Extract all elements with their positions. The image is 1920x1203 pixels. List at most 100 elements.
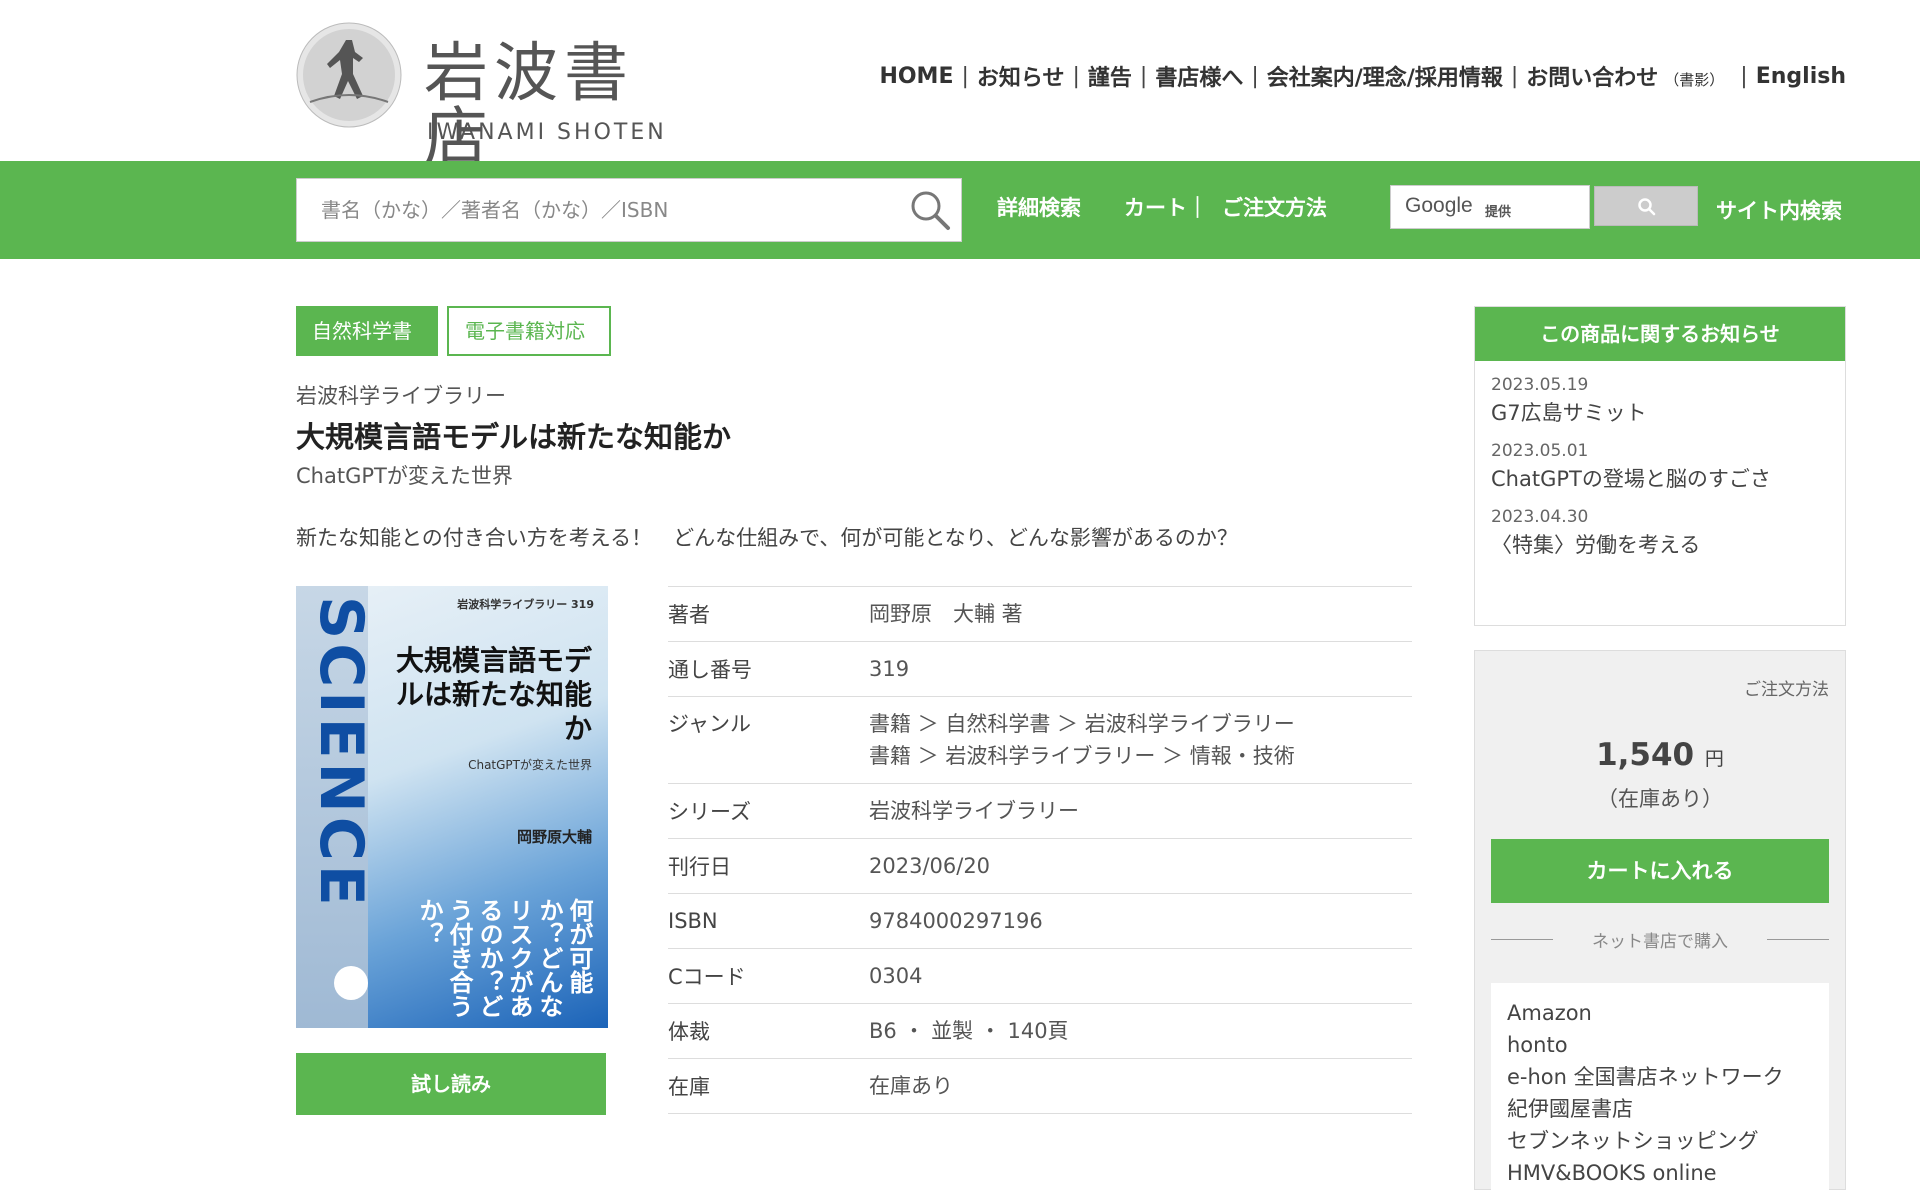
book-search-input[interactable] bbox=[297, 179, 897, 241]
nav-english[interactable]: English bbox=[1756, 64, 1846, 89]
cover-science-text: SCIENCE bbox=[306, 596, 376, 910]
detail-value: 書籍 ＞ 自然科学書 ＞ 岩波科学ライブラリー 書籍 ＞ 岩波科学ライブラリー … bbox=[869, 697, 1412, 783]
cart-link[interactable]: カート｜ bbox=[1124, 192, 1208, 222]
detail-row-ccode: Cコード 0304 bbox=[668, 949, 1412, 1004]
price: 1,540 円 bbox=[1475, 737, 1845, 773]
sower-emblem-icon bbox=[296, 22, 402, 128]
site-search-label[interactable]: サイト内検索 bbox=[1716, 195, 1842, 225]
book-title: 大規模言語モデルは新たな知能か bbox=[296, 420, 732, 454]
nav-separator: | bbox=[961, 63, 969, 89]
news-text[interactable]: 〈特集〉労働を考える bbox=[1491, 529, 1845, 559]
book-subtitle: ChatGPTが変えた世界 bbox=[296, 464, 513, 488]
detail-label: ISBN bbox=[668, 909, 718, 933]
series-label[interactable]: 岩波科学ライブラリー bbox=[296, 380, 506, 410]
nav-news[interactable]: お知らせ bbox=[977, 60, 1065, 92]
nav-separator: | bbox=[1251, 63, 1259, 89]
site-logo[interactable]: 岩波書店 IWANAMI SHOTEN bbox=[296, 22, 676, 170]
book-lead: 新たな知能との付き合い方を考える！ どんな仕組みで、何が可能となり、どんな影響が… bbox=[296, 526, 1238, 550]
detail-row-stock: 在庫 在庫あり bbox=[668, 1059, 1412, 1114]
cover-subtitle: ChatGPTが変えた世界 bbox=[468, 758, 592, 772]
purchase-box: ご注文方法 1,540 円 （在庫あり） カートに入れる ネット書店で購入 Am… bbox=[1474, 650, 1846, 1203]
detail-label: 通し番号 bbox=[668, 658, 752, 682]
cover-vertical-text: 何が可能か？どんなリスクがあるのか？どう付き合うか？ bbox=[415, 898, 593, 1018]
google-provided: 提供 bbox=[1485, 205, 1512, 220]
news-item[interactable]: 2023.05.01 ChatGPTの登場と脳のすごさ bbox=[1475, 441, 1845, 493]
detail-row-author: 著者 岡野原 大輔 著 bbox=[668, 587, 1412, 642]
genre-path-1[interactable]: 書籍 ＞ 自然科学書 ＞ 岩波科学ライブラリー bbox=[869, 708, 1412, 740]
detail-row-isbn: ISBN 9784000297196 bbox=[668, 894, 1412, 949]
top-navigation: HOME | お知らせ | 謹告 | 書店様へ | 会社案内/理念/採用情報 |… bbox=[879, 60, 1846, 92]
advanced-search-link[interactable]: 詳細検索 bbox=[997, 192, 1081, 222]
genre-tag[interactable]: 自然科学書 bbox=[296, 306, 438, 356]
nav-separator: | bbox=[1139, 63, 1148, 89]
news-date: 2023.05.01 bbox=[1491, 441, 1589, 461]
detail-value: 在庫あり bbox=[869, 1074, 953, 1098]
nav-separator: | bbox=[1740, 63, 1748, 89]
nav-company[interactable]: 会社案内/理念/採用情報 bbox=[1267, 60, 1503, 92]
detail-row-genre: ジャンル 書籍 ＞ 自然科学書 ＞ 岩波科学ライブラリー 書籍 ＞ 岩波科学ライ… bbox=[668, 697, 1412, 784]
detail-value[interactable]: 岡野原 大輔 著 bbox=[869, 587, 1412, 641]
trial-read-button[interactable]: 試し読み bbox=[296, 1053, 606, 1115]
detail-value: 0304 bbox=[869, 964, 923, 988]
publisher-mark-icon bbox=[334, 966, 368, 1000]
online-store-label: ネット書店で購入 bbox=[1491, 927, 1829, 952]
news-text[interactable]: G7広島サミット bbox=[1491, 397, 1845, 427]
product-news-box: この商品に関するお知らせ 2023.05.19 G7広島サミット 2023.05… bbox=[1474, 306, 1846, 626]
price-value: 1,540 bbox=[1596, 737, 1695, 773]
detail-label: 在庫 bbox=[668, 1075, 710, 1099]
nav-separator: | bbox=[1510, 63, 1519, 89]
stock-status: （在庫あり） bbox=[1597, 787, 1723, 811]
detail-row-number: 通し番号 319 bbox=[668, 642, 1412, 697]
logo-japanese: 岩波書店 bbox=[424, 37, 634, 175]
detail-label: 刊行日 bbox=[668, 855, 731, 879]
store-link-hmv[interactable]: HMV&BOOKS online bbox=[1507, 1157, 1813, 1189]
google-search-input[interactable]: Google 提供 bbox=[1390, 185, 1590, 229]
detail-label: 著者 bbox=[668, 603, 710, 627]
detail-value: B6 ・ 並製 ・ 140頁 bbox=[869, 1019, 1069, 1043]
logo-english: IWANAMI SHOTEN bbox=[427, 120, 667, 145]
google-search-button[interactable] bbox=[1594, 186, 1698, 226]
detail-value: 319 bbox=[869, 657, 910, 681]
search-icon[interactable] bbox=[909, 189, 951, 231]
nav-contact[interactable]: お問い合わせ （書影） bbox=[1526, 60, 1724, 92]
order-method-link[interactable]: ご注文方法 bbox=[1744, 675, 1829, 700]
nav-notice[interactable]: 謹告 bbox=[1088, 60, 1132, 92]
detail-row-date: 刊行日 2023/06/20 bbox=[668, 839, 1412, 894]
detail-label: ジャンル bbox=[668, 712, 751, 736]
google-logo: Google bbox=[1405, 194, 1473, 217]
nav-separator: | bbox=[1072, 63, 1080, 89]
detail-value: 2023/06/20 bbox=[869, 854, 991, 878]
store-link-seven-net[interactable]: セブンネットショッピング bbox=[1507, 1125, 1813, 1157]
detail-row-format: 体裁 B6 ・ 並製 ・ 140頁 bbox=[668, 1004, 1412, 1059]
book-cover: SCIENCE 岩波科学ライブラリー 319 大規模言語モデルは新たな知能か C… bbox=[296, 586, 608, 1028]
nav-contact-small: （書影） bbox=[1664, 71, 1725, 89]
news-date: 2023.05.19 bbox=[1491, 375, 1589, 395]
price-currency: 円 bbox=[1704, 748, 1724, 770]
news-heading: この商品に関するお知らせ bbox=[1475, 307, 1845, 361]
detail-row-series: シリーズ 岩波科学ライブラリー bbox=[668, 784, 1412, 839]
nav-contact-label: お問い合わせ bbox=[1526, 66, 1659, 91]
nav-home[interactable]: HOME bbox=[879, 64, 953, 89]
book-search bbox=[296, 178, 962, 242]
cover-author: 岡野原大輔 bbox=[516, 828, 592, 846]
ebook-tag[interactable]: 電子書籍対応 bbox=[447, 306, 611, 356]
store-link-honto[interactable]: honto bbox=[1507, 1029, 1813, 1061]
cover-title: 大規模言語モデルは新たな知能か bbox=[395, 644, 592, 745]
book-details-table: 著者 岡野原 大輔 著 通し番号 319 ジャンル 書籍 ＞ 自然科学書 ＞ 岩… bbox=[668, 586, 1412, 1114]
store-link-kinokuniya[interactable]: 紀伊國屋書店 bbox=[1507, 1093, 1813, 1125]
store-link-amazon[interactable]: Amazon bbox=[1507, 997, 1813, 1029]
store-link-ehon[interactable]: e-hon 全国書店ネットワーク bbox=[1507, 1061, 1813, 1093]
news-date: 2023.04.30 bbox=[1491, 507, 1589, 527]
detail-value[interactable]: 岩波科学ライブラリー bbox=[869, 784, 1412, 838]
site-header: 岩波書店 IWANAMI SHOTEN HOME | お知らせ | 謹告 | 書… bbox=[0, 0, 1920, 170]
add-to-cart-button[interactable]: カートに入れる bbox=[1491, 839, 1829, 903]
nav-bookstores[interactable]: 書店様へ bbox=[1155, 60, 1243, 92]
order-method-link[interactable]: ご注文方法 bbox=[1222, 192, 1327, 222]
news-text[interactable]: ChatGPTの登場と脳のすごさ bbox=[1491, 463, 1845, 493]
genre-path-2[interactable]: 書籍 ＞ 岩波科学ライブラリー ＞ 情報・技術 bbox=[869, 740, 1412, 772]
detail-label: シリーズ bbox=[668, 800, 751, 824]
news-item[interactable]: 2023.04.30 〈特集〉労働を考える bbox=[1475, 507, 1845, 559]
search-icon bbox=[1638, 198, 1656, 216]
detail-label: Cコード bbox=[668, 965, 746, 989]
news-item[interactable]: 2023.05.19 G7広島サミット bbox=[1475, 375, 1845, 427]
